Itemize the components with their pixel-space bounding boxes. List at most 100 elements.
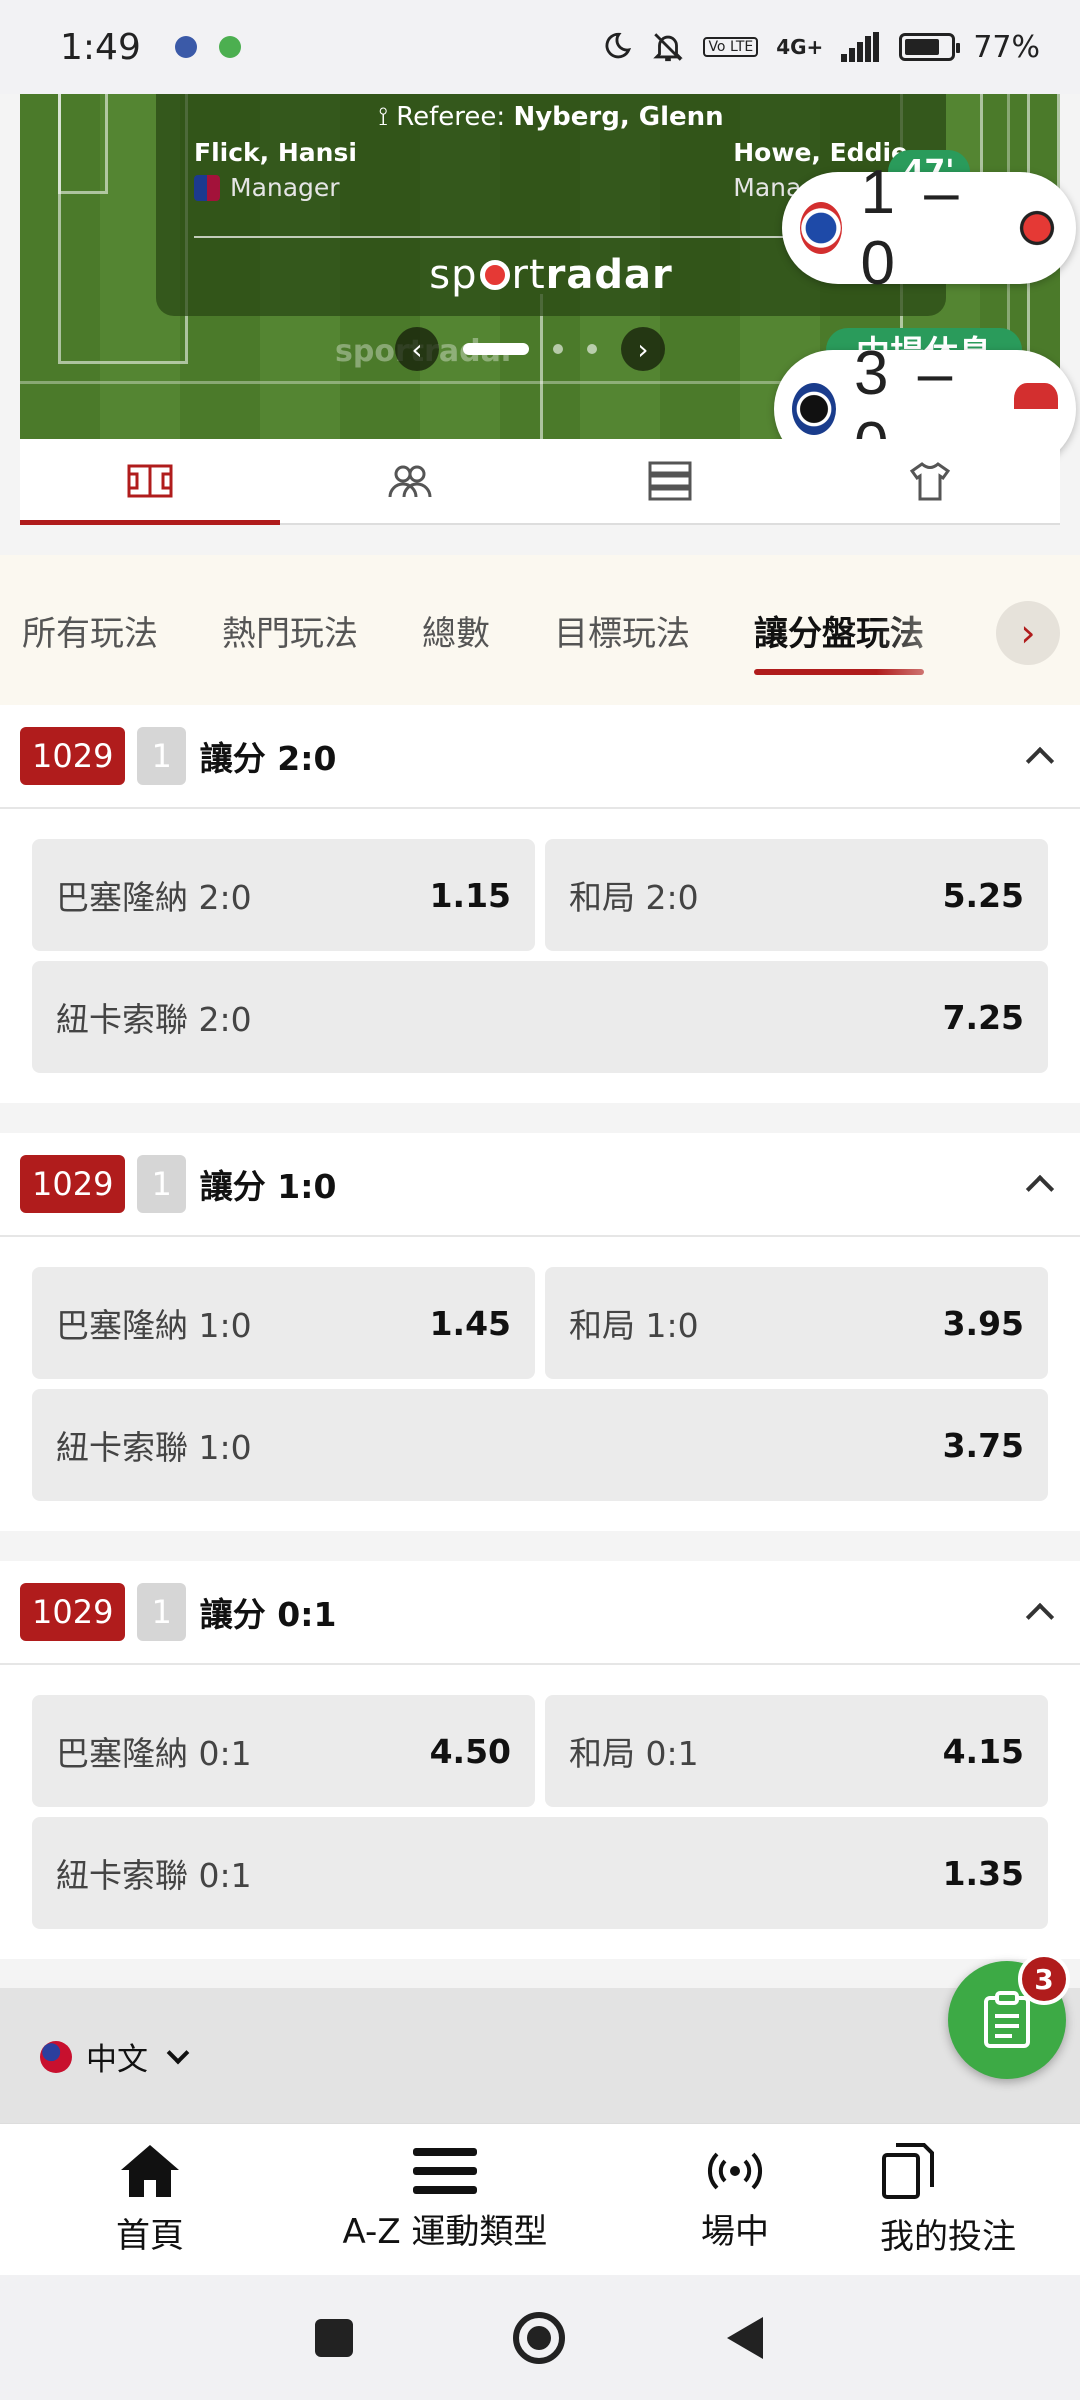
home-team-crest-icon bbox=[792, 383, 836, 435]
odds-button[interactable]: 紐卡索聯 2:0 7.25 bbox=[32, 961, 1048, 1073]
market-options: 巴塞隆納 0:1 4.50 和局 0:1 4.15 紐卡索聯 0:1 1.35 bbox=[0, 1665, 1080, 1959]
collapse-chevron-icon[interactable] bbox=[1025, 746, 1055, 776]
market-tab-all[interactable]: 所有玩法 bbox=[22, 606, 158, 655]
odds-button[interactable]: 和局 0:1 4.15 bbox=[545, 1695, 1048, 1807]
live-score-card[interactable]: 1 – 0 bbox=[782, 158, 1076, 298]
recent-apps-button[interactable] bbox=[315, 2318, 353, 2357]
collapse-chevron-icon[interactable] bbox=[1025, 1602, 1055, 1632]
match-view-tabs bbox=[20, 439, 1060, 525]
market-block: 1029 1 讓分 2:0 巴塞隆納 2:0 1.15 和局 2:0 5.25 紐卡… bbox=[0, 705, 1080, 1103]
home-kit-icon bbox=[194, 174, 220, 201]
nav-live-label: 場中 bbox=[701, 2212, 769, 2252]
home-manager: Flick, Hansi Manager bbox=[194, 138, 357, 202]
carousel-dot-active[interactable] bbox=[463, 343, 529, 355]
whistle-icon: ⟟ bbox=[378, 102, 397, 132]
odds-button[interactable]: 巴塞隆納 2:0 1.15 bbox=[32, 839, 535, 951]
nav-a-z-label: A-Z 運動類型 bbox=[342, 2212, 548, 2252]
nav-my-bets-label: 我的投注 bbox=[880, 2217, 1016, 2257]
market-title: 讓分 2:0 bbox=[199, 739, 337, 778]
market-tab-goals[interactable]: 目標玩法 bbox=[554, 606, 690, 655]
nav-live[interactable]: 場中 bbox=[590, 2124, 880, 2275]
odds-button[interactable]: 紐卡索聯 0:1 1.35 bbox=[32, 1817, 1048, 1929]
home-button[interactable] bbox=[513, 2311, 565, 2364]
tab-pitch[interactable] bbox=[20, 439, 280, 525]
volte-badge: Vo LTE bbox=[703, 37, 759, 57]
referee-label: Referee: bbox=[396, 102, 506, 132]
nav-my-bets[interactable]: 我的投注 bbox=[880, 2124, 1080, 2275]
tab-lineups[interactable] bbox=[280, 439, 540, 523]
do-not-disturb-icon bbox=[605, 32, 632, 59]
carousel-next-button[interactable]: › bbox=[621, 327, 665, 371]
referee-line: ⟟ Referee: Nyberg, Glenn bbox=[156, 102, 946, 133]
market-header[interactable]: 1029 1 讓分 0:1 bbox=[0, 1561, 1080, 1665]
status-bar: 1:49 Vo LTE 4G+ 77% bbox=[0, 0, 1080, 94]
home-icon bbox=[121, 2145, 179, 2197]
live-icon bbox=[707, 2152, 763, 2190]
home-manager-name: Flick, Hansi bbox=[194, 138, 357, 167]
clipboard-icon bbox=[984, 1991, 1030, 2048]
muted-bell-icon bbox=[653, 33, 684, 62]
market-tab-totals[interactable]: 總數 bbox=[422, 606, 490, 655]
odds-button[interactable]: 紐卡索聯 1:0 3.75 bbox=[32, 1389, 1048, 1501]
home-manager-label: Manager bbox=[230, 173, 340, 202]
market-code-badge: 1029 bbox=[20, 1155, 126, 1213]
market-tabs: 所有玩法 熱門玩法 總數 目標玩法 讓分盤玩法 › bbox=[0, 555, 1080, 705]
market-tab-popular[interactable]: 熱門玩法 bbox=[222, 606, 358, 655]
odds-button[interactable]: 和局 1:0 3.95 bbox=[545, 1267, 1048, 1379]
menu-icon bbox=[413, 2148, 477, 2194]
battery-percent: 77% bbox=[973, 29, 1040, 65]
live-score: 1 – 0 bbox=[860, 158, 965, 298]
collapse-chevron-icon[interactable] bbox=[1025, 1174, 1055, 1204]
odds-button[interactable]: 巴塞隆納 1:0 1.45 bbox=[32, 1267, 535, 1379]
tab-stats[interactable] bbox=[540, 439, 800, 523]
nav-a-z-sports[interactable]: A-Z 運動類型 bbox=[300, 2124, 590, 2275]
market-count-badge: 1 bbox=[137, 1155, 186, 1213]
battery-icon bbox=[899, 33, 961, 61]
market-header[interactable]: 1029 1 讓分 1:0 bbox=[0, 1133, 1080, 1237]
jersey-icon bbox=[909, 462, 951, 501]
flag-icon bbox=[40, 2040, 72, 2073]
market-title: 讓分 1:0 bbox=[199, 1167, 337, 1206]
bets-icon bbox=[882, 2143, 934, 2199]
nav-home-label: 首頁 bbox=[116, 2216, 184, 2256]
chevron-right-icon: › bbox=[1020, 611, 1036, 655]
tabs-scroll-right-button[interactable]: › bbox=[996, 601, 1060, 665]
app-notification-icon bbox=[174, 36, 197, 58]
chevron-down-icon bbox=[166, 2041, 190, 2064]
tab-jersey[interactable] bbox=[800, 439, 1060, 523]
market-options: 巴塞隆納 2:0 1.15 和局 2:0 5.25 紐卡索聯 2:0 7.25 bbox=[0, 809, 1080, 1103]
tracker-carousel: ‹ › bbox=[395, 324, 715, 374]
nav-home[interactable]: 首頁 bbox=[0, 2124, 300, 2275]
odds-button[interactable]: 巴塞隆納 0:1 4.50 bbox=[32, 1695, 535, 1807]
market-count-badge: 1 bbox=[137, 1583, 186, 1641]
carousel-dot[interactable] bbox=[553, 344, 563, 354]
bet-slip-button[interactable]: 3 bbox=[948, 1953, 1070, 2079]
pitch-icon bbox=[127, 464, 173, 498]
footer-language-bar: 中文 bbox=[0, 1988, 1080, 2123]
market-header[interactable]: 1029 1 讓分 2:0 bbox=[0, 705, 1080, 809]
network-type: 4G+ bbox=[776, 35, 824, 59]
market-block: 1029 1 讓分 1:0 巴塞隆納 1:0 1.45 和局 1:0 3.95 紐卡… bbox=[0, 1133, 1080, 1531]
carousel-dot[interactable] bbox=[587, 344, 597, 354]
bottom-navigation: 首頁 A-Z 運動類型 場中 我的投注 bbox=[0, 2123, 1080, 2275]
market-code-badge: 1029 bbox=[20, 727, 126, 785]
carousel-prev-button[interactable]: ‹ bbox=[395, 327, 439, 371]
market-block: 1029 1 讓分 0:1 巴塞隆納 0:1 4.50 和局 0:1 4.15 紐卡… bbox=[0, 1561, 1080, 1959]
tabs-fade bbox=[876, 575, 996, 685]
referee-name: Nyberg, Glenn bbox=[513, 102, 724, 132]
status-app-icons bbox=[174, 36, 241, 58]
language-selector[interactable]: 中文 bbox=[40, 2034, 190, 2079]
away-team-crest-icon bbox=[1015, 202, 1058, 254]
away-team-crest-icon bbox=[1014, 383, 1058, 435]
back-button[interactable] bbox=[725, 2315, 765, 2361]
language-label: 中文 bbox=[86, 2042, 148, 2078]
system-navigation-bar bbox=[0, 2275, 1080, 2400]
list-icon bbox=[648, 461, 692, 501]
bet-slip-count-badge: 3 bbox=[1018, 1953, 1070, 2005]
odds-button[interactable]: 和局 2:0 5.25 bbox=[545, 839, 1048, 951]
players-icon bbox=[388, 465, 432, 498]
market-options: 巴塞隆納 1:0 1.45 和局 1:0 3.95 紐卡索聯 1:0 3.75 bbox=[0, 1237, 1080, 1531]
market-count-badge: 1 bbox=[137, 727, 186, 785]
home-team-crest-icon bbox=[800, 202, 843, 254]
status-time: 1:49 bbox=[60, 26, 141, 68]
